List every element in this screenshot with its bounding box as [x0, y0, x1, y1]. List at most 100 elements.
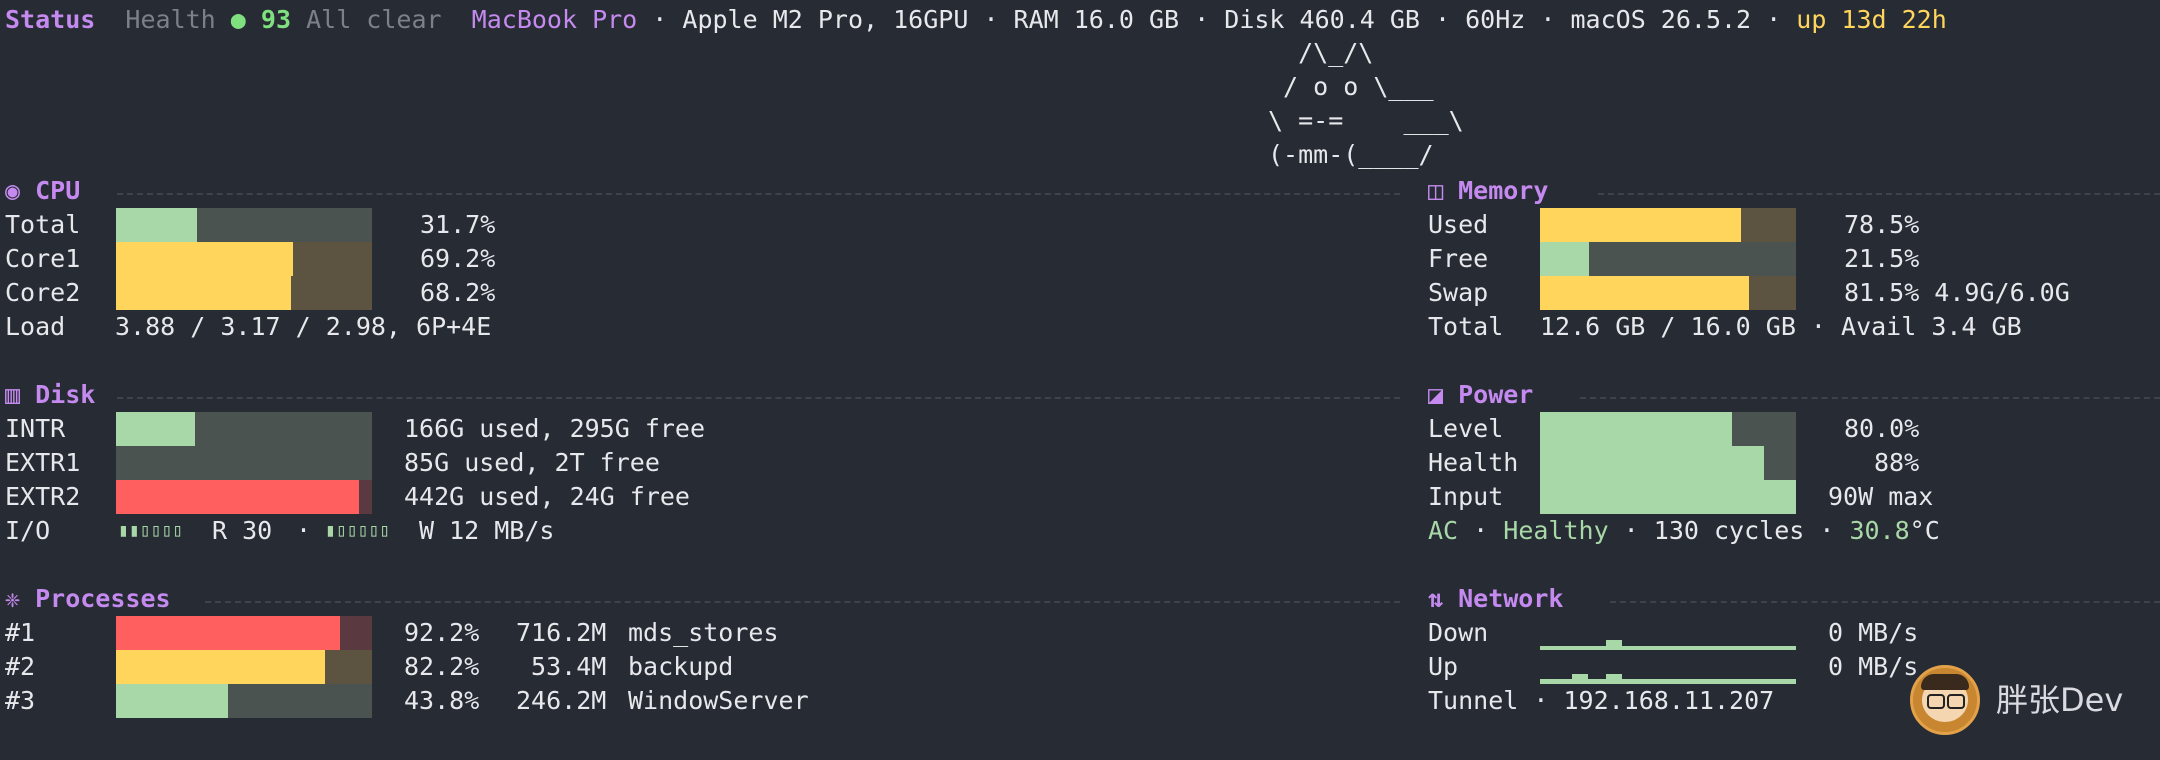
- process-cpu-percent: 43.8%: [404, 686, 480, 715]
- power-status-line: AC · Healthy · 130 cycles · 30.8°C: [1428, 514, 1940, 548]
- process-memory: 53.4M: [516, 652, 607, 681]
- memory-usage-bar-track: [1748, 276, 1796, 310]
- power-row-label: Level: [1428, 414, 1504, 443]
- process-cpu-bar: [116, 650, 372, 684]
- mascot-line: \ =-= ___\: [1268, 106, 1464, 135]
- cpu-row-value: 69.2%: [420, 244, 496, 273]
- disk-row-value: 85G used, 2T free: [404, 448, 660, 477]
- process-name: WindowServer: [628, 686, 809, 715]
- uptime: up 13d 22h: [1796, 5, 1947, 34]
- memory-usage-bar-fill: [1540, 276, 1749, 310]
- process-name: mds_stores: [628, 618, 779, 647]
- memory-total-label: Total: [1428, 312, 1504, 341]
- power-separator: ·: [1458, 516, 1504, 545]
- power-level-bar-fill: [1540, 412, 1732, 446]
- power-separator: ·: [1804, 516, 1850, 545]
- network-down-value: 0 MB/s: [1828, 618, 1919, 647]
- cpu-row-value: 68.2%: [420, 278, 496, 307]
- power-row-label: Input: [1428, 482, 1504, 511]
- network-up-sparkline: [1540, 674, 1796, 684]
- disk-row-value: 166G used, 295G free: [404, 414, 706, 443]
- process-cpu-bar-fill: [116, 650, 325, 684]
- mascot-line: (-mm-(____/: [1268, 140, 1434, 169]
- network-down-sparkline: [1540, 640, 1796, 650]
- disk-usage-bar: [116, 412, 372, 446]
- disk-row-label: EXTR1: [5, 448, 81, 477]
- power-level-bar-fill: [1540, 480, 1796, 514]
- os-version: macOS 26.5.2: [1570, 5, 1752, 34]
- sparkline-spike: [1606, 640, 1622, 646]
- brand-watermark: 胖张Dev: [1996, 681, 2124, 719]
- memory-row-value: 81.5% 4.9G/6.0G: [1844, 278, 2070, 307]
- cpu-row-value: 31.7%: [420, 210, 496, 239]
- disk-row-value: 442G used, 24G free: [404, 482, 690, 511]
- health-score: 93: [260, 5, 292, 34]
- avatar-glasses: [1947, 694, 1965, 709]
- section-divider: [205, 601, 1400, 603]
- battery-cycles: 130 cycles: [1653, 516, 1805, 545]
- process-memory: 246.2M: [516, 686, 607, 715]
- process-cpu-bar: [116, 616, 372, 650]
- io-separator: ·: [296, 516, 312, 545]
- memory-row-value: 78.5%: [1844, 210, 1920, 239]
- disk-info: Disk 460.4 GB: [1224, 5, 1420, 34]
- health-text: All clear: [306, 5, 442, 34]
- memory-row-value: 21.5%: [1844, 244, 1920, 273]
- power-level-bar-track: [1732, 412, 1796, 446]
- memory-row-label: Used: [1428, 210, 1489, 239]
- power-level-bar-fill: [1540, 446, 1764, 480]
- memory-usage-bar-fill: [1540, 208, 1741, 242]
- io-write-value: W 12 MB/s: [419, 516, 555, 545]
- process-rank: #3: [5, 686, 36, 715]
- cpu-load-value: 3.88 / 3.17 / 2.98, 6P+4E: [115, 312, 492, 341]
- cpu-usage-bar: [116, 208, 372, 242]
- cpu-row-label: Total: [5, 210, 81, 239]
- header-separator: ·: [1751, 5, 1797, 34]
- cpu-usage-bar: [116, 276, 372, 310]
- power-row-value: 90W max: [1828, 482, 1934, 511]
- network-tunnel-line: Tunnel · 192.168.11.207: [1428, 684, 1774, 718]
- network-title: ⇅ Network: [1428, 584, 1564, 613]
- io-read-meter: ▮▮▯▯▯▯: [118, 520, 184, 541]
- temperature-unit: °C: [1909, 516, 1940, 545]
- cpu-usage-bar-fill: [116, 208, 198, 242]
- memory-usage-bar-fill: [1540, 242, 1589, 276]
- header-separator: ·: [637, 5, 683, 34]
- disk-row-label: INTR: [5, 414, 66, 443]
- avatar-hair: [1921, 674, 1969, 690]
- cpu-usage-bar-track: [197, 208, 372, 242]
- power-level-bar-track: [1764, 446, 1796, 480]
- process-cpu-bar-fill: [116, 616, 340, 650]
- health-dot-icon: ●: [230, 5, 246, 34]
- sparkline-spike: [1606, 674, 1622, 679]
- battery-health-status: Healthy: [1503, 516, 1609, 545]
- process-cpu-bar: [116, 684, 372, 718]
- disk-section-header: ▥ Disk: [5, 378, 1400, 412]
- network-up-value: 0 MB/s: [1828, 652, 1919, 681]
- processes-section-header: ❈ Processes: [5, 582, 1400, 616]
- disk-usage-bar-track: [359, 480, 372, 514]
- cpu-section-header: ◉ CPU: [5, 174, 1400, 208]
- process-cpu-bar-fill: [116, 684, 229, 718]
- memory-usage-bar-track: [1740, 208, 1796, 242]
- process-cpu-percent: 82.2%: [404, 652, 480, 681]
- io-write-meter: ▮▯▯▯▯▯: [325, 520, 391, 541]
- process-cpu-percent: 92.2%: [404, 618, 480, 647]
- cpu-usage-bar-track: [293, 242, 372, 276]
- avatar-logo: [1910, 665, 1980, 735]
- section-divider: [1598, 193, 2160, 195]
- disk-row-label: EXTR2: [5, 482, 81, 511]
- io-label: I/O: [5, 516, 51, 545]
- disk-usage-bar: [116, 446, 372, 480]
- status-title: Status: [5, 5, 96, 34]
- process-cpu-bar-track: [340, 616, 372, 650]
- disk-usage-bar-fill: [116, 480, 360, 514]
- sparkline-spike: [1572, 674, 1588, 679]
- disk-title: ▥ Disk: [5, 380, 96, 409]
- network-section-header: ⇅ Network: [1428, 582, 2160, 616]
- io-read-value: R 30: [212, 516, 273, 545]
- disk-usage-bar: [116, 480, 372, 514]
- memory-section-header: ◫ Memory: [1428, 174, 2160, 208]
- memory-title: ◫ Memory: [1428, 176, 1549, 205]
- cpu-usage-bar-track: [290, 276, 372, 310]
